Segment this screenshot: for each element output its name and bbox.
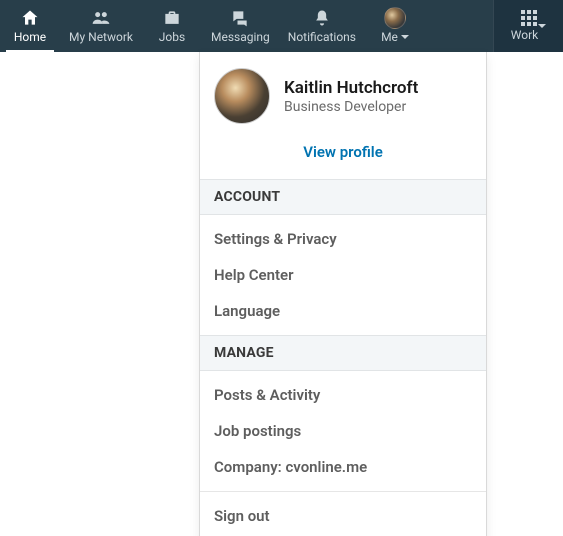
nav-work[interactable]: Work — [493, 0, 563, 52]
chevron-down-icon — [538, 24, 546, 42]
bell-icon — [312, 8, 332, 28]
profile-block[interactable]: Kaitlin Hutchcroft Business Developer — [200, 52, 486, 130]
nav-network[interactable]: My Network — [60, 0, 142, 52]
nav-home[interactable]: Home — [0, 0, 60, 52]
nav-me-label: Me — [381, 30, 398, 44]
people-icon — [90, 8, 112, 28]
briefcase-icon — [162, 8, 182, 28]
profile-role: Business Developer — [284, 99, 418, 115]
chevron-down-icon — [401, 35, 409, 39]
nav-jobs-label: Jobs — [159, 30, 185, 44]
nav-jobs[interactable]: Jobs — [142, 0, 202, 52]
me-dropdown: Kaitlin Hutchcroft Business Developer Vi… — [199, 52, 487, 536]
messaging-icon — [230, 8, 250, 28]
nav-main: Home My Network Jobs Messaging Notificat — [0, 0, 493, 52]
nav-work-label: Work — [511, 28, 538, 42]
menu-posts-activity[interactable]: Posts & Activity — [200, 377, 486, 413]
nav-messaging[interactable]: Messaging — [202, 0, 279, 52]
avatar-icon — [384, 8, 406, 28]
top-nav: Home My Network Jobs Messaging Notificat — [0, 0, 563, 52]
view-profile-row: View profile — [200, 130, 486, 179]
nav-me[interactable]: Me — [365, 0, 425, 52]
profile-text: Kaitlin Hutchcroft Business Developer — [284, 78, 418, 115]
menu-settings-privacy[interactable]: Settings & Privacy — [200, 221, 486, 257]
signout-section: Sign out — [200, 491, 486, 536]
nav-network-label: My Network — [69, 30, 133, 44]
manage-menu: Posts & Activity Job postings Company: c… — [200, 371, 486, 491]
nav-notifications[interactable]: Notifications — [279, 0, 365, 52]
menu-help-center[interactable]: Help Center — [200, 257, 486, 293]
menu-job-postings[interactable]: Job postings — [200, 413, 486, 449]
view-profile-link[interactable]: View profile — [303, 143, 383, 161]
manage-header: MANAGE — [200, 335, 486, 371]
menu-company[interactable]: Company: cvonline.me — [200, 449, 486, 485]
nav-messaging-label: Messaging — [211, 30, 270, 44]
home-icon — [20, 8, 40, 28]
nav-home-label: Home — [14, 30, 46, 44]
apps-grid-icon — [521, 10, 537, 26]
account-menu: Settings & Privacy Help Center Language — [200, 215, 486, 335]
menu-sign-out[interactable]: Sign out — [200, 498, 486, 534]
nav-notifications-label: Notifications — [288, 30, 356, 44]
menu-language[interactable]: Language — [200, 293, 486, 329]
account-header: ACCOUNT — [200, 179, 486, 215]
profile-avatar — [214, 68, 270, 124]
profile-name: Kaitlin Hutchcroft — [284, 78, 418, 98]
